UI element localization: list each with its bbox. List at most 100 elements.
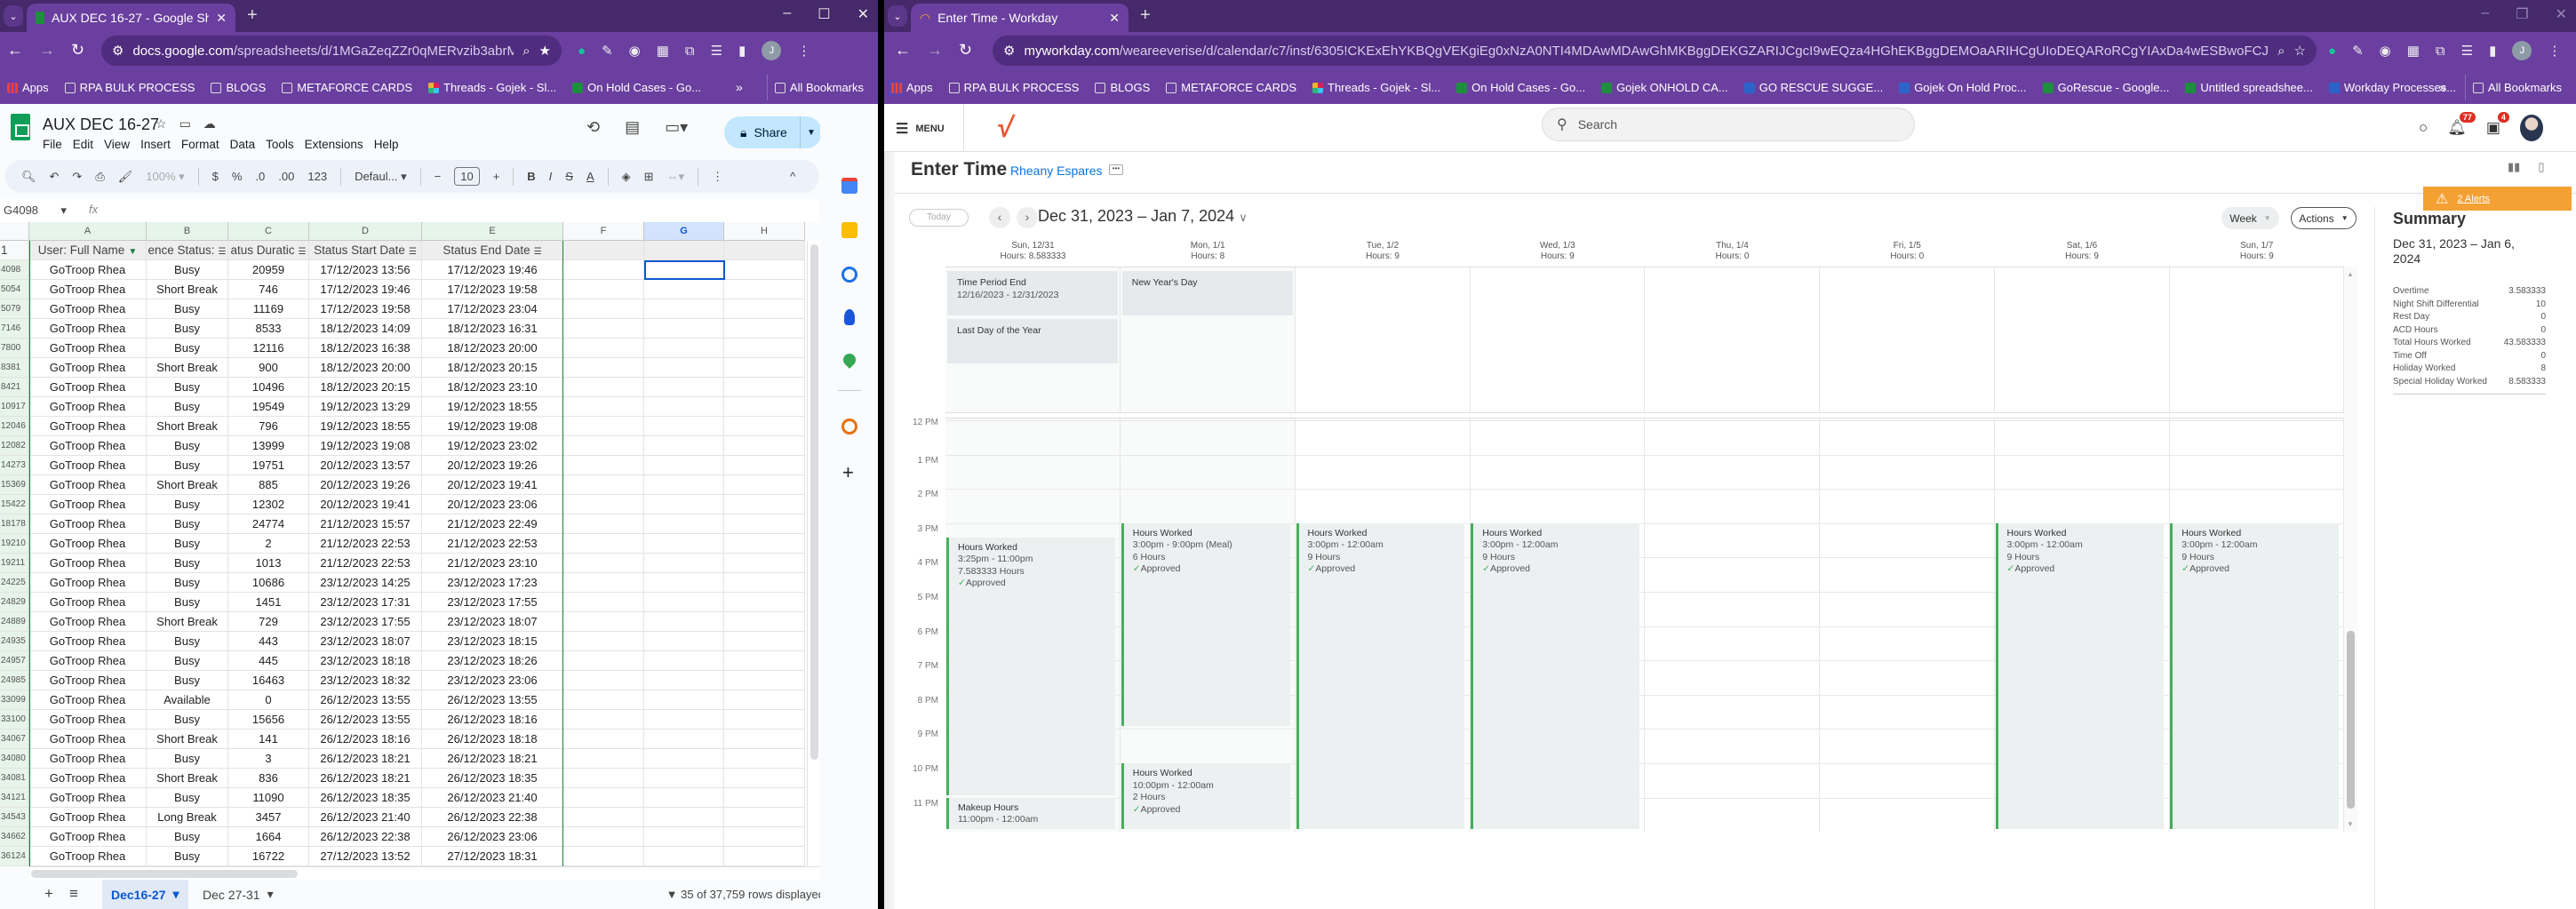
- strikethrough-button[interactable]: S: [565, 170, 573, 183]
- empty-cell[interactable]: [644, 514, 724, 534]
- data-cell[interactable]: 10686: [228, 573, 309, 593]
- data-cell[interactable]: Busy: [147, 260, 228, 280]
- empty-cell[interactable]: [644, 495, 724, 514]
- empty-cell[interactable]: [563, 593, 644, 612]
- bookmark-item[interactable]: On Hold Cases - Go...: [1456, 81, 1585, 94]
- data-cell[interactable]: Busy: [147, 534, 228, 554]
- empty-cell[interactable]: [563, 378, 644, 397]
- column-header-d[interactable]: D: [309, 222, 422, 241]
- data-cell[interactable]: GoTroop Rhea: [29, 475, 147, 495]
- bookmark-item[interactable]: GO RESCUE SUGGE...: [1743, 81, 1883, 94]
- data-cell[interactable]: GoTroop Rhea: [29, 378, 147, 397]
- workday-logo-icon[interactable]: √: [995, 111, 1017, 144]
- empty-cell[interactable]: [563, 730, 644, 749]
- bookmark-item[interactable]: On Hold Cases - Go...: [572, 81, 701, 94]
- zoom-select[interactable]: 100% ▾: [146, 170, 184, 184]
- empty-cell[interactable]: [644, 749, 724, 769]
- menu-item-edit[interactable]: Edit: [73, 138, 93, 151]
- empty-cell[interactable]: [563, 534, 644, 554]
- data-cell[interactable]: 21/12/2023 22:53: [309, 534, 422, 554]
- data-cell[interactable]: Busy: [147, 788, 228, 808]
- empty-cell[interactable]: [644, 319, 724, 339]
- data-cell[interactable]: Busy: [147, 632, 228, 651]
- sheet-tab[interactable]: Dec 27-31 ▾: [194, 880, 283, 909]
- scroll-thumb[interactable]: [810, 244, 818, 760]
- data-cell[interactable]: 729: [228, 612, 309, 632]
- data-cell[interactable]: 3457: [228, 808, 309, 827]
- data-cell[interactable]: 26/12/2023 18:21: [309, 749, 422, 769]
- empty-cell[interactable]: [644, 593, 724, 612]
- data-cell[interactable]: Short Break: [147, 280, 228, 299]
- close-window-icon[interactable]: ✕: [857, 5, 869, 23]
- name-box[interactable]: G4098 ▾: [4, 203, 67, 218]
- data-cell[interactable]: Busy: [147, 299, 228, 319]
- horizontal-scrollbar[interactable]: [29, 866, 820, 880]
- data-cell[interactable]: 21/12/2023 15:57: [309, 514, 422, 534]
- day-header[interactable]: Sat, 1/6 Hours: 9: [1995, 241, 2170, 262]
- zoom-icon[interactable]: ⌕: [522, 44, 530, 59]
- empty-cell[interactable]: [563, 847, 644, 866]
- data-cell[interactable]: Busy: [147, 710, 228, 730]
- data-cell[interactable]: Busy: [147, 456, 228, 475]
- empty-cell[interactable]: [563, 788, 644, 808]
- site-info-icon[interactable]: ⚙: [1003, 43, 1015, 59]
- data-cell[interactable]: 885: [228, 475, 309, 495]
- grammarly-extension-icon[interactable]: ●: [578, 44, 586, 59]
- pdf-icon[interactable]: ▯: [2538, 160, 2544, 174]
- data-cell[interactable]: 23/12/2023 18:07: [309, 632, 422, 651]
- header-cell[interactable]: ence Status: ☰: [147, 241, 228, 260]
- row-number[interactable]: 8421: [0, 378, 29, 397]
- empty-cell[interactable]: [724, 319, 805, 339]
- empty-cell[interactable]: [724, 456, 805, 475]
- data-cell[interactable]: 17/12/2023 19:46: [422, 260, 563, 280]
- data-cell[interactable]: 26/12/2023 23:06: [422, 827, 563, 847]
- empty-cell[interactable]: [724, 651, 805, 671]
- camera-extension-icon[interactable]: ◉: [2380, 43, 2391, 59]
- row-number[interactable]: 1: [0, 241, 29, 260]
- column-header-b[interactable]: B: [147, 222, 228, 241]
- data-cell[interactable]: 20/12/2023 23:06: [422, 495, 563, 514]
- empty-cell[interactable]: [724, 573, 805, 593]
- forward-icon[interactable]: →: [927, 41, 943, 60]
- version-history-icon[interactable]: ⟲: [586, 118, 600, 137]
- row-number[interactable]: 33100: [0, 710, 29, 730]
- empty-cell[interactable]: [563, 769, 644, 788]
- view-select[interactable]: Week ▼: [2221, 207, 2279, 229]
- data-cell[interactable]: 26/12/2023 21:40: [422, 788, 563, 808]
- column-header-c[interactable]: C: [228, 222, 309, 241]
- calendar-scrollbar[interactable]: ▲ ▼: [2344, 267, 2357, 832]
- data-cell[interactable]: 23/12/2023 14:25: [309, 573, 422, 593]
- empty-cell[interactable]: [563, 339, 644, 358]
- empty-cell[interactable]: [644, 280, 724, 299]
- data-cell[interactable]: 23/12/2023 17:55: [422, 593, 563, 612]
- row-number[interactable]: 10917: [0, 397, 29, 417]
- menu-item-view[interactable]: View: [104, 138, 130, 151]
- data-cell[interactable]: GoTroop Rhea: [29, 358, 147, 378]
- data-cell[interactable]: 21/12/2023 22:53: [309, 554, 422, 573]
- data-cell[interactable]: 26/12/2023 21:40: [309, 808, 422, 827]
- empty-cell[interactable]: [563, 241, 644, 260]
- all-sheets-icon[interactable]: ≡: [69, 885, 78, 903]
- data-cell[interactable]: GoTroop Rhea: [29, 534, 147, 554]
- data-cell[interactable]: 15656: [228, 710, 309, 730]
- row-number[interactable]: 34662: [0, 827, 29, 847]
- date-range-picker[interactable]: Dec 31, 2023 – Jan 7, 2024 ∨: [1038, 207, 1248, 226]
- empty-cell[interactable]: [644, 671, 724, 690]
- empty-cell[interactable]: [644, 554, 724, 573]
- bookmark-item[interactable]: RPA BULK PROCESS: [64, 81, 195, 94]
- empty-cell[interactable]: [644, 339, 724, 358]
- empty-cell[interactable]: [563, 475, 644, 495]
- data-cell[interactable]: Busy: [147, 847, 228, 866]
- row-number[interactable]: 34067: [0, 730, 29, 749]
- previous-week-button[interactable]: ‹: [989, 207, 1010, 228]
- column-header-f[interactable]: F: [563, 222, 644, 241]
- time-block[interactable]: Hours Worked 3:00pm - 12:00am 9 Hours ✓Appr…: [1995, 522, 2165, 830]
- data-cell[interactable]: 18/12/2023 16:38: [309, 339, 422, 358]
- empty-cell[interactable]: [563, 417, 644, 436]
- time-block[interactable]: Hours Worked 3:00pm - 12:00am 9 Hours ✓Appr…: [1296, 522, 1465, 830]
- data-cell[interactable]: 23/12/2023 17:55: [309, 612, 422, 632]
- empty-cell[interactable]: [563, 319, 644, 339]
- data-cell[interactable]: 19/12/2023 18:55: [309, 417, 422, 436]
- empty-cell[interactable]: [563, 436, 644, 456]
- data-cell[interactable]: 12302: [228, 495, 309, 514]
